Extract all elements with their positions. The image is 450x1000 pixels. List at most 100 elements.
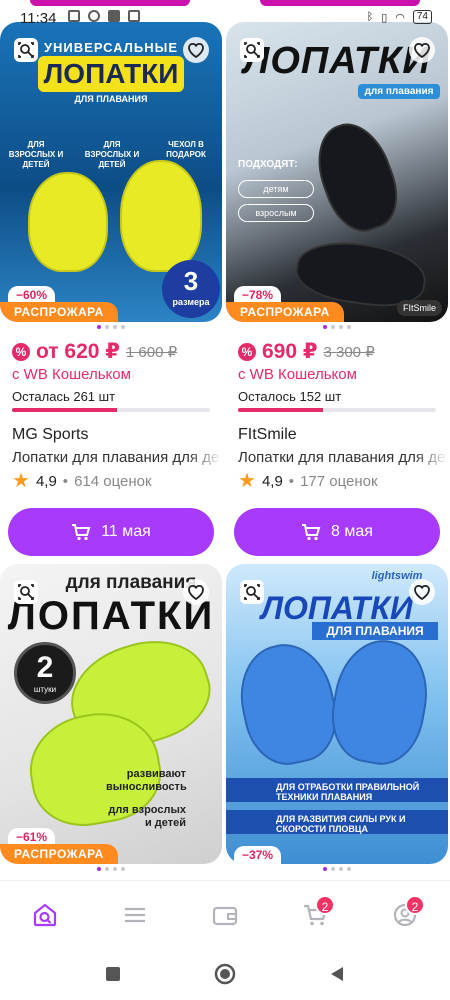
stock-bar [12,408,210,412]
pager-dot [105,867,109,871]
rating-value: 4,9 [261,472,283,490]
sale-tag: РАСПРОЖАРА [226,302,344,322]
paddle-image [230,635,346,773]
image-search-icon[interactable] [238,578,266,606]
image-search-icon[interactable] [12,578,40,606]
menu-icon [125,907,145,922]
nav-catalog[interactable] [113,893,157,937]
product-name[interactable]: Лопатки для плавания для детей [238,449,448,466]
product-card[interactable]: УНИВЕРСАЛЬНЫЕ ЛОПАТКИ ДЛЯ ПЛАВАНИЯ ДЛЯ В… [0,22,222,556]
nav-wallet[interactable] [203,893,247,937]
image-search-icon[interactable] [12,36,40,64]
upload-icon [128,10,140,22]
image-pager[interactable] [226,325,448,331]
nav-profile[interactable]: 2 [383,893,427,937]
size-count-badge: 3 размера [162,260,220,318]
product-image[interactable]: для плавания ЛОПАТКИ 2 штуки развивают в… [0,564,222,864]
old-price: 3 300 ₽ [323,343,375,361]
pieces-count-word: штуки [33,685,57,694]
pager-dot [347,867,351,871]
old-price: 1 600 ₽ [125,343,178,361]
pager-dot [339,867,343,871]
favorite-heart-icon[interactable] [182,36,210,64]
image-feature: для взрослых и детей [108,804,186,829]
paddle-image [305,113,409,241]
product-card[interactable]: lightswim ЛОПАТКИ ДЛЯ ПЛАВАНИЯ ДЛЯ ОТРАБ… [226,564,448,873]
alarm-icon [88,10,100,22]
add-to-cart-button[interactable]: 8 мая [234,508,440,556]
image-pager[interactable] [226,867,448,873]
favorite-heart-icon[interactable] [408,578,436,606]
vibrate-icon: ▯ [381,11,388,24]
pager-dot [113,325,117,329]
suits-chip: взрослым [238,204,314,222]
suits-chip: детям [238,180,314,198]
image-feature: ДЛЯ ОТРАБОТКИ ПРАВИЛЬНОЙ ТЕХНИКИ ПЛАВАНИ… [226,778,448,802]
product-card[interactable]: для плавания ЛОПАТКИ 2 штуки развивают в… [0,564,222,873]
pieces-count: 2 [36,651,54,684]
add-to-cart-button[interactable]: 11 мая [8,508,214,556]
favorite-heart-icon[interactable] [182,578,210,606]
reviews-separator: • [62,472,69,490]
image-title: ЛОПАТКИ [38,56,184,92]
sale-tag: РАСПРОЖАРА [0,844,118,864]
reviews-separator: • [288,472,295,490]
product-image[interactable]: ЛОПАТКИ для плавания ПОДХОДЯТ: детям взр… [226,22,448,322]
size-count: 3 [183,266,199,296]
brand-name[interactable]: MG Sports [12,426,222,444]
home-search-icon [33,903,57,926]
bluetooth-icon: ᛒ [366,11,374,23]
image-tagline: ДЛЯ ПЛАВАНИЯ [74,94,148,104]
pager-dot [121,325,125,329]
product-image[interactable]: lightswim ЛОПАТКИ ДЛЯ ПЛАВАНИЯ ДЛЯ ОТРАБ… [226,564,448,864]
rating-row: ★ 4,9 • 177 оценок [238,470,448,492]
image-tagline: для плавания [358,84,440,99]
brand-name[interactable]: FItSmile [238,426,448,444]
product-image[interactable]: УНИВЕРСАЛЬНЫЕ ЛОПАТКИ ДЛЯ ПЛАВАНИЯ ДЛЯ В… [0,22,222,322]
star-icon: ★ [238,470,256,492]
delivery-date: 8 мая [331,523,373,540]
pager-dot [331,325,335,329]
stock-bar [238,408,436,412]
image-feature: развивают выносливость [106,768,187,793]
image-pager[interactable] [0,325,222,331]
percent-icon: % [238,342,256,361]
price-row: % от 620 ₽ 1 600 ₽ [12,339,222,364]
pager-dot [113,867,117,871]
price: от 620 ₽ [36,340,120,363]
back-icon[interactable] [327,964,347,984]
photo-icon [68,10,80,22]
stock-count: Осталась 261 шт [12,389,116,404]
battery-icon: 74 [412,10,432,24]
suits-label: ПОДХОДЯТ: [238,159,298,170]
cart-icon [302,524,321,541]
app-icon [108,10,120,22]
system-navigation [0,948,450,1000]
product-card[interactable]: ЛОПАТКИ для плавания ПОДХОДЯТ: детям взр… [226,22,448,556]
paddle-image [323,632,437,772]
status-time: 11:34 [20,10,57,27]
notification-icons [68,10,140,22]
image-search-icon[interactable] [238,36,266,64]
paddle-image [120,160,202,272]
rating-value: 4,9 [35,472,57,490]
home-button-icon[interactable] [213,962,237,986]
product-name[interactable]: Лопатки для плавания для детей [12,449,222,466]
pager-dot [331,867,335,871]
image-feature: ДЛЯ РАЗВИТИЯ СИЛЫ РУК И СКОРОСТИ ПЛОВЦА [226,810,448,834]
pager-dot [97,325,101,329]
image-pager[interactable] [0,867,222,873]
favorite-heart-icon[interactable] [408,36,436,64]
recent-apps-icon[interactable] [103,964,123,984]
wifi-icon: ◠ [395,11,405,24]
image-tagline: ДЛЯ ПЛАВАНИЯ [312,622,438,640]
delivery-date: 11 мая [101,523,151,540]
nav-cart[interactable]: 2 [293,893,337,937]
brand-mark: FItSmile [396,300,442,316]
nav-home[interactable] [23,893,67,937]
stock-bar-fill [12,408,117,412]
app-screen: 11:34 ᛒ ▯ ◠ 74 УНИВЕРСАЛЬНЫЕ ЛОПАТКИ ДЛЯ… [0,0,450,1000]
bottom-navigation: 2 2 [0,880,450,948]
pager-dot [323,867,327,871]
wallet-icon [212,906,238,925]
